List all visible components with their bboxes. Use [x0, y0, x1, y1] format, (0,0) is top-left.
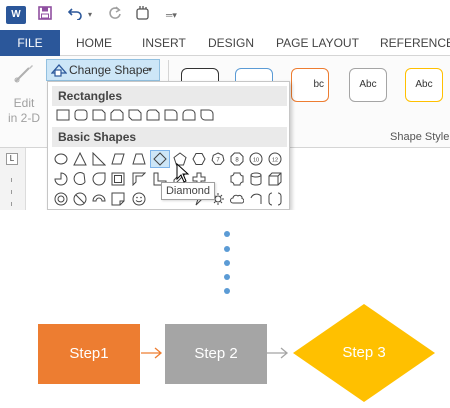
frame-icon[interactable] — [111, 172, 125, 186]
section-header-rectangles: Rectangles — [52, 86, 287, 106]
rectangle-icon[interactable] — [56, 109, 70, 123]
tab-references[interactable]: REFERENCES — [380, 30, 450, 56]
plaque-icon[interactable] — [230, 172, 244, 186]
svg-text:12: 12 — [272, 157, 278, 163]
change-shape-label: Change Shape — [69, 63, 150, 77]
tab-file[interactable]: FILE — [0, 30, 60, 56]
svg-text:8: 8 — [235, 158, 239, 164]
diamond-icon[interactable] — [153, 152, 167, 166]
ruler-tick — [11, 202, 12, 206]
undo-icon[interactable] — [67, 5, 84, 25]
word-window: W ▾ ═▾ FILE HOME INSERT DESIGN PAGE LAYO… — [0, 0, 450, 210]
ribbon-tabs: FILE HOME INSERT DESIGN PAGE LAYOUT REFE… — [0, 30, 450, 56]
edit-in-2d-button[interactable]: Edit in 2-D — [4, 56, 44, 148]
shape-tooltip: Diamond — [161, 182, 215, 200]
cube-icon[interactable] — [268, 172, 282, 186]
chord-icon[interactable] — [73, 172, 87, 186]
tab-stop-marker[interactable]: L — [6, 153, 18, 165]
snip-same-side-icon[interactable] — [110, 109, 124, 123]
hexagon-icon[interactable] — [192, 152, 206, 166]
edit-points-icon — [13, 62, 35, 84]
quick-access-toolbar: W ▾ ═▾ — [0, 0, 450, 30]
rounded-rectangle-icon[interactable] — [74, 109, 88, 123]
pie-icon[interactable] — [54, 172, 68, 186]
shape-style-tile[interactable]: Abc — [349, 68, 387, 102]
donut-icon[interactable] — [54, 192, 68, 206]
change-shape-icon — [50, 60, 68, 83]
snip-round-single-icon[interactable] — [146, 109, 160, 123]
chevron-down-icon: ▾ — [148, 65, 153, 74]
smiley-face-icon[interactable] — [132, 192, 146, 206]
ruler-tick — [11, 178, 12, 182]
round-diagonal-icon[interactable] — [200, 109, 214, 123]
floppy-disk-icon[interactable] — [38, 5, 52, 25]
decagon-icon[interactable]: 10 — [249, 152, 263, 166]
parallelogram-icon[interactable] — [111, 152, 125, 166]
trapezoid-icon[interactable] — [132, 152, 146, 166]
touch-mode-icon[interactable] — [135, 5, 151, 25]
no-symbol-icon[interactable] — [73, 192, 87, 206]
cloud-icon[interactable] — [230, 192, 244, 206]
arrow-connector-2 — [267, 347, 289, 359]
tab-insert[interactable]: INSERT — [142, 30, 186, 56]
tab-page-layout[interactable]: PAGE LAYOUT — [276, 30, 359, 56]
arc-icon[interactable] — [249, 192, 263, 206]
change-shape-button[interactable]: Change Shape ▾ — [46, 59, 160, 81]
connector-dot — [224, 246, 230, 252]
dodecagon-icon[interactable]: 12 — [268, 152, 282, 166]
half-frame-icon[interactable] — [132, 172, 146, 186]
shape-style-tile[interactable]: Abc — [405, 68, 443, 102]
connector-dot — [224, 288, 230, 294]
svg-text:10: 10 — [253, 157, 259, 163]
edit-in-2d-label-line1: Edit — [13, 96, 35, 110]
oval-icon[interactable] — [54, 152, 68, 166]
double-bracket-icon[interactable] — [268, 192, 282, 206]
connector-dot — [224, 231, 230, 237]
undo-dropdown-icon[interactable]: ▾ — [88, 5, 92, 25]
block-arc-icon[interactable] — [92, 192, 106, 206]
tab-home[interactable]: HOME — [76, 30, 112, 56]
shape-style-tile[interactable]: bc — [291, 68, 329, 102]
word-icon: W — [6, 6, 26, 24]
redo-icon[interactable] — [108, 5, 122, 25]
svg-text:7: 7 — [216, 158, 220, 164]
step2-shape[interactable]: Step 2 — [165, 324, 267, 384]
round-same-side-icon[interactable] — [182, 109, 196, 123]
folded-corner-icon[interactable] — [111, 192, 125, 206]
customize-qat-icon[interactable]: ═▾ — [166, 5, 177, 25]
teardrop-icon[interactable] — [92, 172, 106, 186]
round-single-corner-icon[interactable] — [164, 109, 178, 123]
connector-dot — [224, 274, 230, 280]
octagon-icon[interactable]: 8 — [230, 152, 244, 166]
ruler-tick — [11, 190, 12, 194]
vertical-ruler: L — [0, 148, 26, 210]
arrow-connector-1 — [141, 347, 163, 359]
step3-label: Step 3 — [342, 344, 386, 361]
snip-diagonal-icon[interactable] — [128, 109, 142, 123]
right-triangle-icon[interactable] — [92, 152, 106, 166]
connector-dot — [224, 260, 230, 266]
snip-single-corner-icon[interactable] — [92, 109, 106, 123]
tab-design[interactable]: DESIGN — [208, 30, 254, 56]
isosceles-triangle-icon[interactable] — [73, 152, 87, 166]
can-icon[interactable] — [249, 172, 263, 186]
step1-shape[interactable]: Step1 — [38, 324, 140, 384]
section-header-basic-shapes: Basic Shapes — [52, 127, 287, 147]
heptagon-icon[interactable]: 7 — [211, 152, 225, 166]
mouse-pointer-icon — [176, 162, 190, 183]
shape-styles-group-label: Shape Style — [390, 131, 450, 143]
edit-in-2d-label-line2: in 2-D — [7, 111, 40, 125]
